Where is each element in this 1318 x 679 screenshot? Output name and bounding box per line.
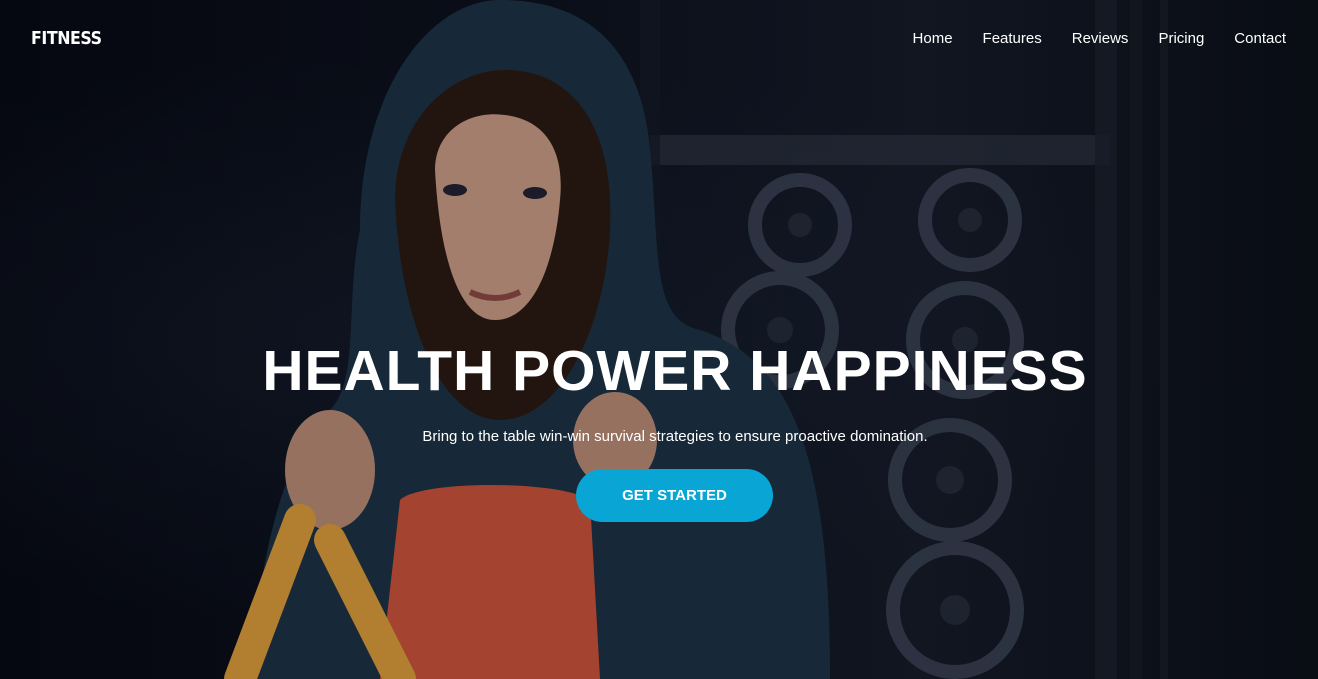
nav-links: Home Features Reviews Pricing Contact bbox=[913, 30, 1286, 47]
nav-link-pricing[interactable]: Pricing bbox=[1158, 30, 1204, 47]
get-started-button[interactable]: GET STARTED bbox=[576, 469, 773, 522]
navbar: FITNESS Home Features Reviews Pricing Co… bbox=[0, 0, 1318, 78]
hero-subtitle: Bring to the table win-win survival stra… bbox=[422, 428, 928, 445]
nav-link-home[interactable]: Home bbox=[913, 30, 953, 47]
nav-link-features[interactable]: Features bbox=[983, 30, 1042, 47]
hero-section: FITNESS Home Features Reviews Pricing Co… bbox=[0, 0, 1318, 679]
nav-link-contact[interactable]: Contact bbox=[1234, 30, 1286, 47]
nav-link-reviews[interactable]: Reviews bbox=[1072, 30, 1129, 47]
brand-logo[interactable]: FITNESS bbox=[31, 28, 102, 49]
hero-headline: HEALTH POWER HAPPINESS bbox=[262, 339, 1088, 403]
